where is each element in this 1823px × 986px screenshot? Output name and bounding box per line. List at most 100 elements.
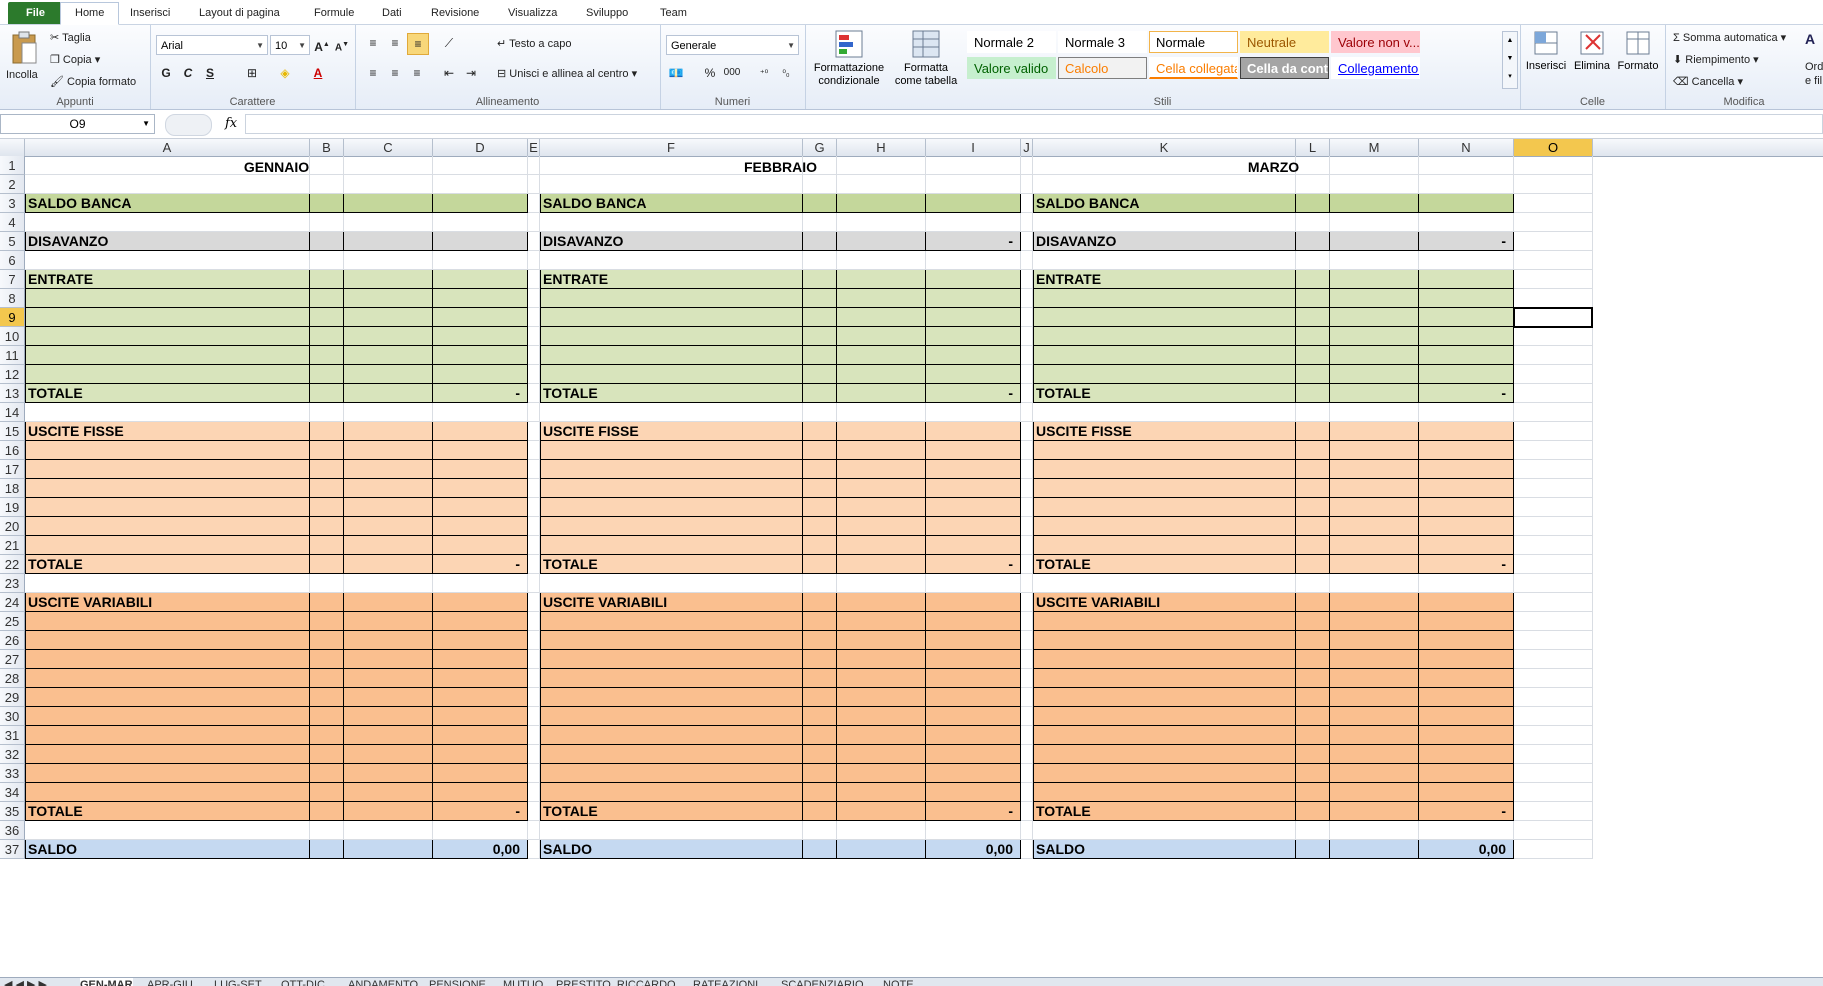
totale-uscite-fisse-cell[interactable] <box>803 555 837 574</box>
uscite-fisse-row-cell[interactable] <box>837 536 926 555</box>
saldo-cell[interactable] <box>344 840 433 859</box>
row-header-1[interactable]: 1 <box>0 156 25 175</box>
uscite-fisse-row-cell[interactable] <box>25 536 310 555</box>
uscite-variabili-row-cell[interactable] <box>1296 669 1330 688</box>
entrate-row-cell[interactable] <box>540 365 803 384</box>
bold-button[interactable]: G <box>156 63 176 83</box>
uscite-variabili-row-cell[interactable] <box>540 650 803 669</box>
totale-uscite-variabili-cell[interactable] <box>344 802 433 821</box>
fill-button[interactable]: ⬇ Riempimento ▾ <box>1673 53 1759 66</box>
entrate-row-cell[interactable] <box>344 308 433 327</box>
uscite-variabili-row-cell[interactable] <box>926 783 1021 802</box>
uscite-variabili-row-cell[interactable] <box>344 764 433 783</box>
borders-icon[interactable]: ⊞ <box>242 63 262 83</box>
row-header-31[interactable]: 31 <box>0 726 25 745</box>
font-name-combo[interactable]: Arial ▼ <box>156 35 268 55</box>
disavanzo-cell[interactable] <box>433 232 528 251</box>
uscite-variabili-row-cell[interactable] <box>1033 650 1296 669</box>
uscite-fisse-row-cell[interactable] <box>803 441 837 460</box>
tab-inserisci[interactable]: Inserisci <box>116 3 184 23</box>
uscite-variabili-row-cell[interactable] <box>433 764 528 783</box>
entrate-row-cell[interactable] <box>1419 289 1514 308</box>
entrate-row-cell[interactable] <box>926 327 1021 346</box>
uscite-fisse-row-cell[interactable] <box>837 441 926 460</box>
uscite-fisse-row-cell[interactable] <box>1419 498 1514 517</box>
uscite-fisse-row-cell[interactable] <box>1296 536 1330 555</box>
uscite-fisse-row-cell[interactable] <box>803 460 837 479</box>
uscite-variabili-row-cell[interactable] <box>25 707 310 726</box>
uscite-variabili-row-cell[interactable] <box>803 726 837 745</box>
uscite-variabili-row-cell[interactable] <box>1419 764 1514 783</box>
entrate-row-cell[interactable] <box>926 346 1021 365</box>
conditional-formatting-button[interactable]: Formattazione condizionale <box>809 27 889 93</box>
totale-uscite-variabili-cell[interactable] <box>837 802 926 821</box>
saldo-banca-cell[interactable] <box>1296 194 1330 213</box>
uscite-fisse-cell[interactable] <box>344 422 433 441</box>
uscite-fisse-row-cell[interactable] <box>1033 441 1296 460</box>
disavanzo-cell[interactable] <box>344 232 433 251</box>
uscite-variabili-row-cell[interactable] <box>433 783 528 802</box>
copy-button[interactable]: ❐ Copia ▾ <box>50 53 100 66</box>
align-right-icon[interactable]: ≡ <box>407 63 427 83</box>
row-header-12[interactable]: 12 <box>0 365 25 384</box>
uscite-fisse-row-cell[interactable] <box>344 441 433 460</box>
entrate-row-cell[interactable] <box>803 346 837 365</box>
uscite-variabili-row-cell[interactable] <box>1330 669 1419 688</box>
uscite-variabili-row-cell[interactable] <box>310 612 344 631</box>
row-header-30[interactable]: 30 <box>0 707 25 726</box>
uscite-variabili-row-cell[interactable] <box>1033 745 1296 764</box>
uscite-fisse-row-cell[interactable] <box>1033 517 1296 536</box>
entrate-cell[interactable] <box>310 270 344 289</box>
uscite-fisse-cell[interactable] <box>926 422 1021 441</box>
uscite-variabili-cell[interactable] <box>344 593 433 612</box>
uscite-variabili-row-cell[interactable] <box>25 783 310 802</box>
gallery-scroll[interactable]: ▲ ▼ ▾ <box>1502 31 1518 89</box>
sort-filter-label[interactable]: Ord <box>1805 61 1823 73</box>
tab-layout[interactable]: Layout di pagina <box>185 3 294 23</box>
entrate-row-cell[interactable] <box>1330 308 1419 327</box>
uscite-variabili-row-cell[interactable] <box>1296 688 1330 707</box>
saldo-banca-cell[interactable] <box>926 194 1021 213</box>
uscite-variabili-cell[interactable] <box>433 593 528 612</box>
font-size-combo[interactable]: 10 ▼ <box>270 35 310 55</box>
row-header-4[interactable]: 4 <box>0 213 25 232</box>
entrate-row-cell[interactable] <box>1330 289 1419 308</box>
uscite-variabili-row-cell[interactable] <box>837 650 926 669</box>
totale-uscite-fisse-cell[interactable] <box>1296 555 1330 574</box>
uscite-variabili-row-cell[interactable] <box>1419 669 1514 688</box>
disavanzo-cell[interactable] <box>803 232 837 251</box>
entrate-row-cell[interactable] <box>926 308 1021 327</box>
row-header-36[interactable]: 36 <box>0 821 25 840</box>
row-header-21[interactable]: 21 <box>0 536 25 555</box>
paste-button[interactable]: Incolla <box>4 29 44 89</box>
number-format-combo[interactable]: Generale ▼ <box>666 35 799 55</box>
entrate-row-cell[interactable] <box>310 327 344 346</box>
decrease-indent-icon[interactable]: ⇤ <box>439 63 459 83</box>
autosum-button[interactable]: Σ Somma automatica ▾ <box>1673 31 1786 44</box>
uscite-fisse-row-cell[interactable] <box>344 498 433 517</box>
totale-uscite-fisse-cell[interactable] <box>310 555 344 574</box>
uscite-variabili-row-cell[interactable] <box>1033 783 1296 802</box>
row-header-14[interactable]: 14 <box>0 403 25 422</box>
entrate-cell[interactable] <box>344 270 433 289</box>
uscite-fisse-row-cell[interactable] <box>310 517 344 536</box>
uscite-variabili-row-cell[interactable] <box>540 764 803 783</box>
totale-entrate-cell[interactable] <box>1296 384 1330 403</box>
column-header-h[interactable]: H <box>837 139 926 156</box>
uscite-variabili-row-cell[interactable] <box>837 726 926 745</box>
row-header-9[interactable]: 9 <box>0 308 25 327</box>
uscite-fisse-row-cell[interactable] <box>1419 517 1514 536</box>
uscite-variabili-row-cell[interactable] <box>25 745 310 764</box>
entrate-row-cell[interactable] <box>433 308 528 327</box>
uscite-variabili-row-cell[interactable] <box>1419 631 1514 650</box>
totale-uscite-fisse-cell[interactable] <box>837 555 926 574</box>
row-header-29[interactable]: 29 <box>0 688 25 707</box>
entrate-row-cell[interactable] <box>837 327 926 346</box>
uscite-fisse-row-cell[interactable] <box>837 498 926 517</box>
row-header-15[interactable]: 15 <box>0 422 25 441</box>
entrate-row-cell[interactable] <box>837 365 926 384</box>
uscite-fisse-row-cell[interactable] <box>1330 479 1419 498</box>
uscite-variabili-row-cell[interactable] <box>1330 612 1419 631</box>
entrate-row-cell[interactable] <box>1033 308 1296 327</box>
uscite-fisse-row-cell[interactable] <box>926 479 1021 498</box>
